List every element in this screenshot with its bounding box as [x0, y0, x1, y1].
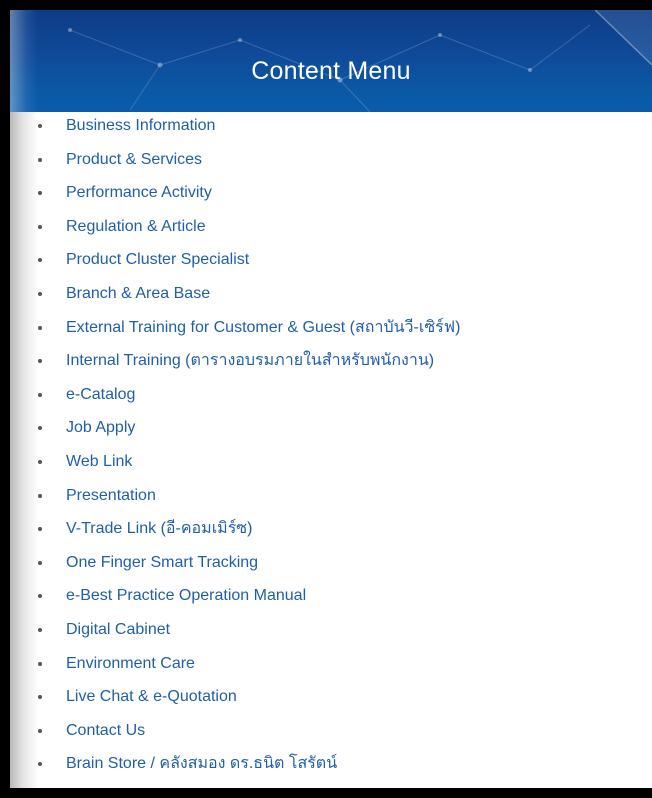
menu-item-branch-area-base[interactable]: Branch & Area Base — [10, 280, 652, 314]
menu-item-digital-cabinet[interactable]: Digital Cabinet — [10, 616, 652, 650]
menu-item-label[interactable]: e-Catalog — [66, 386, 135, 403]
bullet-icon — [38, 560, 42, 565]
bullet-icon — [38, 627, 42, 632]
bullet-icon — [38, 124, 42, 128]
bullet-icon — [38, 291, 42, 296]
menu-item-performance-activity[interactable]: Performance Activity — [10, 179, 652, 213]
menu-item-label[interactable]: Regulation & Article — [66, 218, 206, 235]
menu-item-contact-us[interactable]: Contact Us — [10, 717, 652, 751]
content-menu-header: Content Menu — [10, 10, 652, 112]
bullet-icon — [38, 426, 42, 431]
menu-item-label[interactable]: Branch & Area Base — [66, 285, 210, 302]
menu-item-label[interactable]: Job Apply — [66, 419, 135, 436]
menu-item-one-finger-smart-tracking[interactable]: One Finger Smart Tracking — [10, 549, 652, 583]
bullet-icon — [38, 157, 42, 162]
menu-item-label[interactable]: Performance Activity — [66, 184, 212, 201]
bullet-icon — [38, 661, 42, 666]
bullet-icon — [38, 493, 42, 498]
bullet-icon — [38, 762, 42, 767]
menu-item-e-best-practice-manual[interactable]: e-Best Practice Operation Manual — [10, 582, 652, 616]
menu-item-label[interactable]: Environment Care — [66, 655, 195, 672]
bullet-icon — [38, 728, 42, 733]
menu-item-label[interactable]: Product Cluster Specialist — [66, 251, 249, 268]
bullet-icon — [38, 594, 42, 599]
menu-item-business-information[interactable]: Business Information — [10, 112, 652, 146]
menu-item-live-chat-e-quotation[interactable]: Live Chat & e-Quotation — [10, 683, 652, 717]
menu-item-job-apply[interactable]: Job Apply — [10, 414, 652, 448]
menu-item-label[interactable]: Web Link — [66, 453, 132, 470]
bullet-icon — [38, 224, 42, 229]
menu-item-label[interactable]: Business Information — [66, 117, 215, 134]
bullet-icon — [38, 325, 42, 330]
menu-item-external-training[interactable]: External Training for Customer & Guest (… — [10, 314, 652, 348]
bullet-icon — [38, 527, 42, 532]
menu-item-presentation[interactable]: Presentation — [10, 482, 652, 516]
menu-item-product-services[interactable]: Product & Services — [10, 146, 652, 180]
bullet-icon — [38, 258, 42, 263]
menu-item-v-trade-link[interactable]: V-Trade Link (อี-คอมเมิร์ซ) — [10, 515, 652, 549]
menu-item-label[interactable]: Contact Us — [66, 722, 145, 739]
page-title: Content Menu — [251, 57, 411, 85]
menu-item-label[interactable]: One Finger Smart Tracking — [66, 554, 258, 571]
bullet-icon — [38, 392, 42, 397]
bullet-icon — [38, 695, 42, 700]
menu-item-label[interactable]: e-Best Practice Operation Manual — [66, 587, 306, 604]
menu-item-label[interactable]: Internal Training (ตารางอบรมภายในสำหรับพ… — [66, 352, 434, 369]
bullet-icon — [38, 459, 42, 464]
menu-item-label[interactable]: V-Trade Link (อี-คอมเมิร์ซ) — [66, 520, 252, 537]
content-menu-panel: Content Menu Business Information Produc… — [10, 10, 652, 788]
menu-item-label[interactable]: Presentation — [66, 487, 156, 504]
menu-item-label[interactable]: Live Chat & e-Quotation — [66, 688, 237, 705]
bullet-icon — [38, 359, 42, 364]
content-menu-list: Business Information Product & Services … — [10, 112, 652, 784]
menu-item-label[interactable]: Product & Services — [66, 151, 202, 168]
menu-item-label[interactable]: External Training for Customer & Guest (… — [66, 319, 460, 336]
menu-item-regulation-article[interactable]: Regulation & Article — [10, 213, 652, 247]
menu-item-product-cluster-specialist[interactable]: Product Cluster Specialist — [10, 246, 652, 280]
menu-item-internal-training[interactable]: Internal Training (ตารางอบรมภายในสำหรับพ… — [10, 347, 652, 381]
bullet-icon — [38, 191, 42, 196]
menu-item-brain-store[interactable]: Brain Store / คลังสมอง ดร.ธนิต โสรัตน์ — [10, 750, 652, 784]
menu-item-label[interactable]: Digital Cabinet — [66, 621, 170, 638]
menu-item-label[interactable]: Brain Store / คลังสมอง ดร.ธนิต โสรัตน์ — [66, 755, 337, 772]
menu-item-environment-care[interactable]: Environment Care — [10, 650, 652, 684]
menu-item-web-link[interactable]: Web Link — [10, 448, 652, 482]
menu-item-e-catalog[interactable]: e-Catalog — [10, 381, 652, 415]
